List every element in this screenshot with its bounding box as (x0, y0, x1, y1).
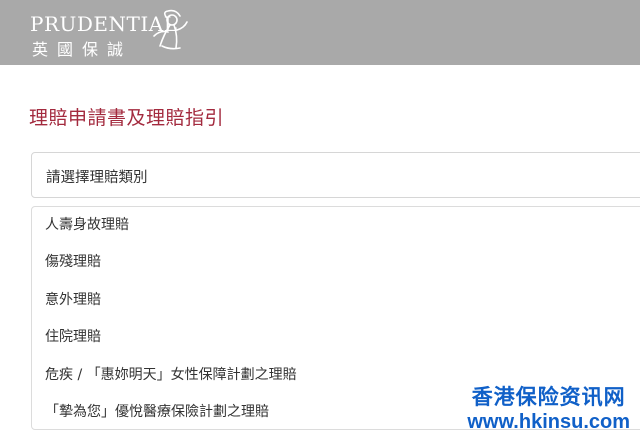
option-disability-claim[interactable]: 傷殘理賠 (45, 247, 101, 277)
option-accident-claim[interactable]: 意外理賠 (45, 285, 101, 315)
watermark: 香港保险资讯网 www.hkinsu.com (467, 381, 630, 434)
option-hospital-claim[interactable]: 住院理賠 (45, 322, 101, 352)
option-life-claim[interactable]: 人壽身故理賠 (45, 210, 129, 240)
option-critical-illness-claim[interactable]: 危疾 / 「惠妳明天」女性保障計劃之理賠 (45, 360, 297, 390)
page-title: 理賠申請書及理賠指引 (29, 107, 225, 129)
logo-text-zh: 英國保誠 (32, 40, 133, 59)
site-header: PRUDENTIAL 英國保誠 (0, 0, 640, 65)
select-value: 請選擇理賠類別 (46, 170, 148, 186)
watermark-line1: 香港保险资讯网 (471, 385, 626, 409)
option-medical-plan-claim[interactable]: 「摯為您」優悅醫療保險計劃之理賠 (45, 397, 269, 427)
claim-type-select[interactable]: 請選擇理賠類別 (31, 152, 640, 198)
prudence-figure-icon (153, 9, 188, 50)
watermark-line2: www.hkinsu.com (467, 411, 630, 433)
